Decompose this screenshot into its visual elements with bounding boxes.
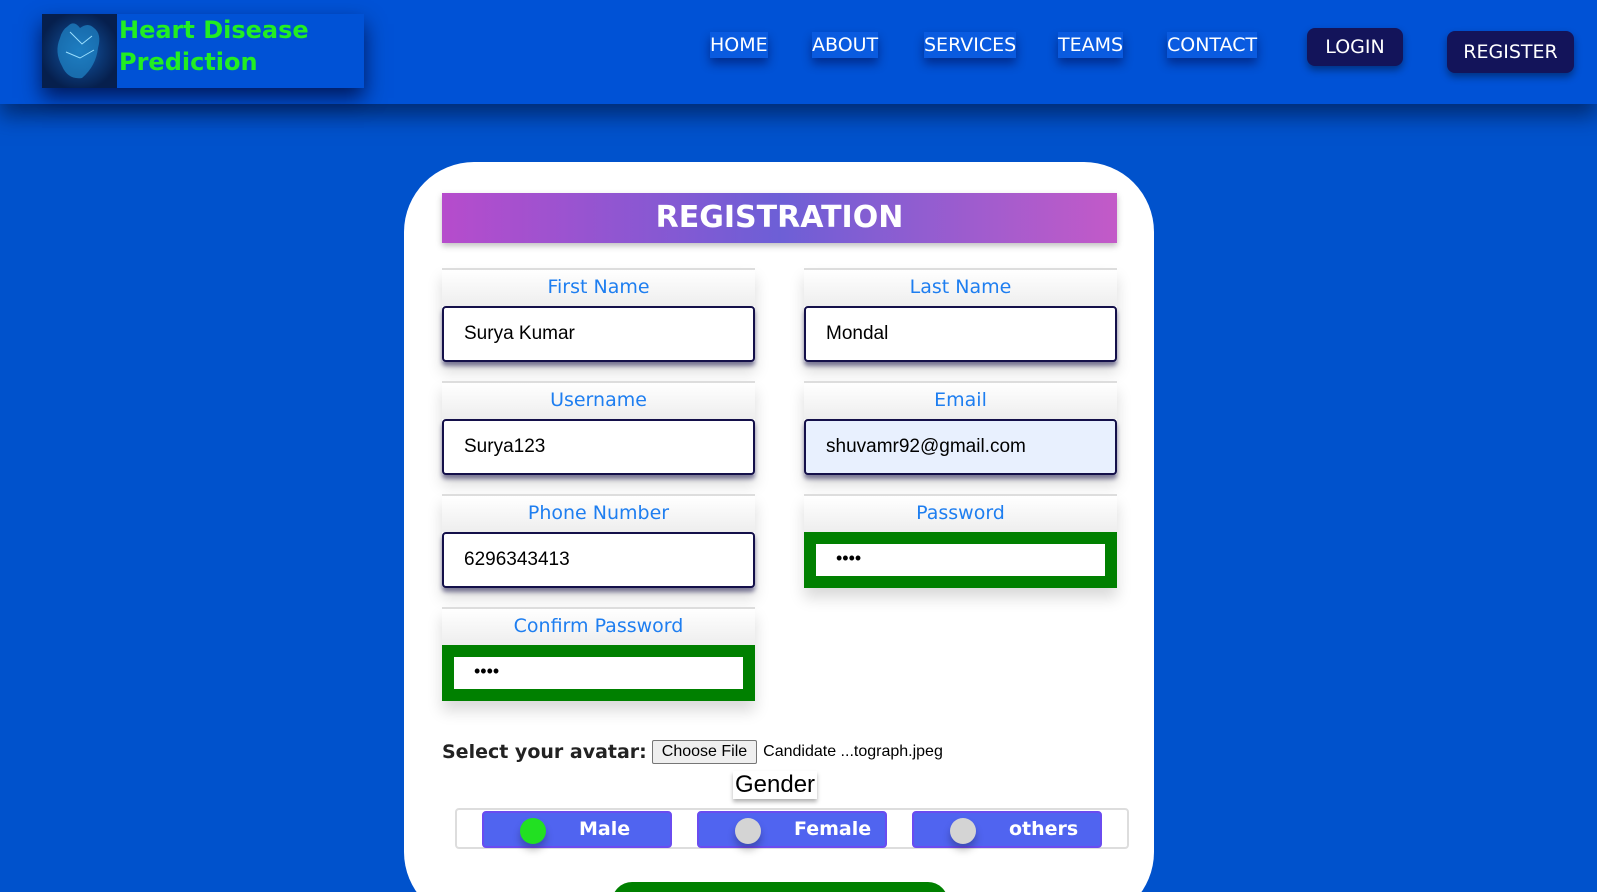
- choose-file-button[interactable]: Choose File: [651, 740, 758, 764]
- heart-logo-icon: [42, 14, 117, 88]
- password-label: Password: [804, 494, 1117, 532]
- radio-icon[interactable]: [735, 818, 761, 844]
- selected-file-name: Candidate ...tograph.jpeg: [763, 743, 943, 760]
- email-label: Email: [804, 381, 1117, 419]
- email-field: Email shuvamr92@gmail.com: [804, 381, 1117, 475]
- nav-about[interactable]: ABOUT: [812, 32, 879, 58]
- phone-label: Phone Number: [442, 494, 755, 532]
- nav-contact[interactable]: CONTACT: [1167, 32, 1258, 58]
- username-label: Username: [442, 381, 755, 419]
- phone-field: Phone Number 6296343413: [442, 494, 755, 588]
- last-name-label: Last Name: [804, 268, 1117, 306]
- nav-services[interactable]: SERVICES: [924, 32, 1017, 58]
- brand-line2: Prediction: [119, 48, 258, 76]
- username-field: Username Surya123: [442, 381, 755, 475]
- confirm-password-input[interactable]: ••••: [454, 657, 743, 689]
- phone-input[interactable]: 6296343413: [442, 532, 755, 588]
- nav-home[interactable]: HOME: [710, 32, 768, 58]
- email-input[interactable]: shuvamr92@gmail.com: [804, 419, 1117, 475]
- first-name-label: First Name: [442, 268, 755, 306]
- login-button[interactable]: LOGIN: [1307, 28, 1403, 66]
- gender-label: Gender: [733, 771, 818, 799]
- radio-selected-icon[interactable]: [520, 818, 546, 844]
- last-name-field: Last Name Mondal: [804, 268, 1117, 362]
- nav-teams[interactable]: TEAMS: [1058, 32, 1124, 58]
- navbar: Heart Disease Prediction HOME ABOUT SERV…: [0, 0, 1597, 104]
- first-name-input[interactable]: Surya Kumar: [442, 306, 755, 362]
- gender-option-label: Male: [579, 818, 631, 840]
- brand-line1: Heart Disease: [119, 16, 309, 44]
- first-name-field: First Name Surya Kumar: [442, 268, 755, 362]
- gender-option-others[interactable]: others: [912, 811, 1102, 848]
- gender-option-label: Female: [794, 818, 872, 840]
- form-title: REGISTRATION: [442, 193, 1117, 243]
- gender-option-female[interactable]: Female: [697, 811, 887, 848]
- submit-button[interactable]: [612, 882, 948, 892]
- password-field: Password ••••: [804, 494, 1117, 588]
- avatar-label: Select your avatar:: [442, 741, 647, 763]
- last-name-input[interactable]: Mondal: [804, 306, 1117, 362]
- gender-option-male[interactable]: Male: [482, 811, 672, 848]
- register-button[interactable]: REGISTER: [1447, 31, 1574, 73]
- confirm-password-field: Confirm Password ••••: [442, 607, 755, 701]
- radio-icon[interactable]: [950, 818, 976, 844]
- username-input[interactable]: Surya123: [442, 419, 755, 475]
- gender-option-label: others: [1009, 818, 1079, 840]
- password-input[interactable]: ••••: [816, 544, 1105, 576]
- confirm-password-label: Confirm Password: [442, 607, 755, 645]
- avatar-upload: Select your avatar: Choose File Candidat…: [442, 740, 943, 764]
- brand[interactable]: Heart Disease Prediction: [42, 14, 364, 88]
